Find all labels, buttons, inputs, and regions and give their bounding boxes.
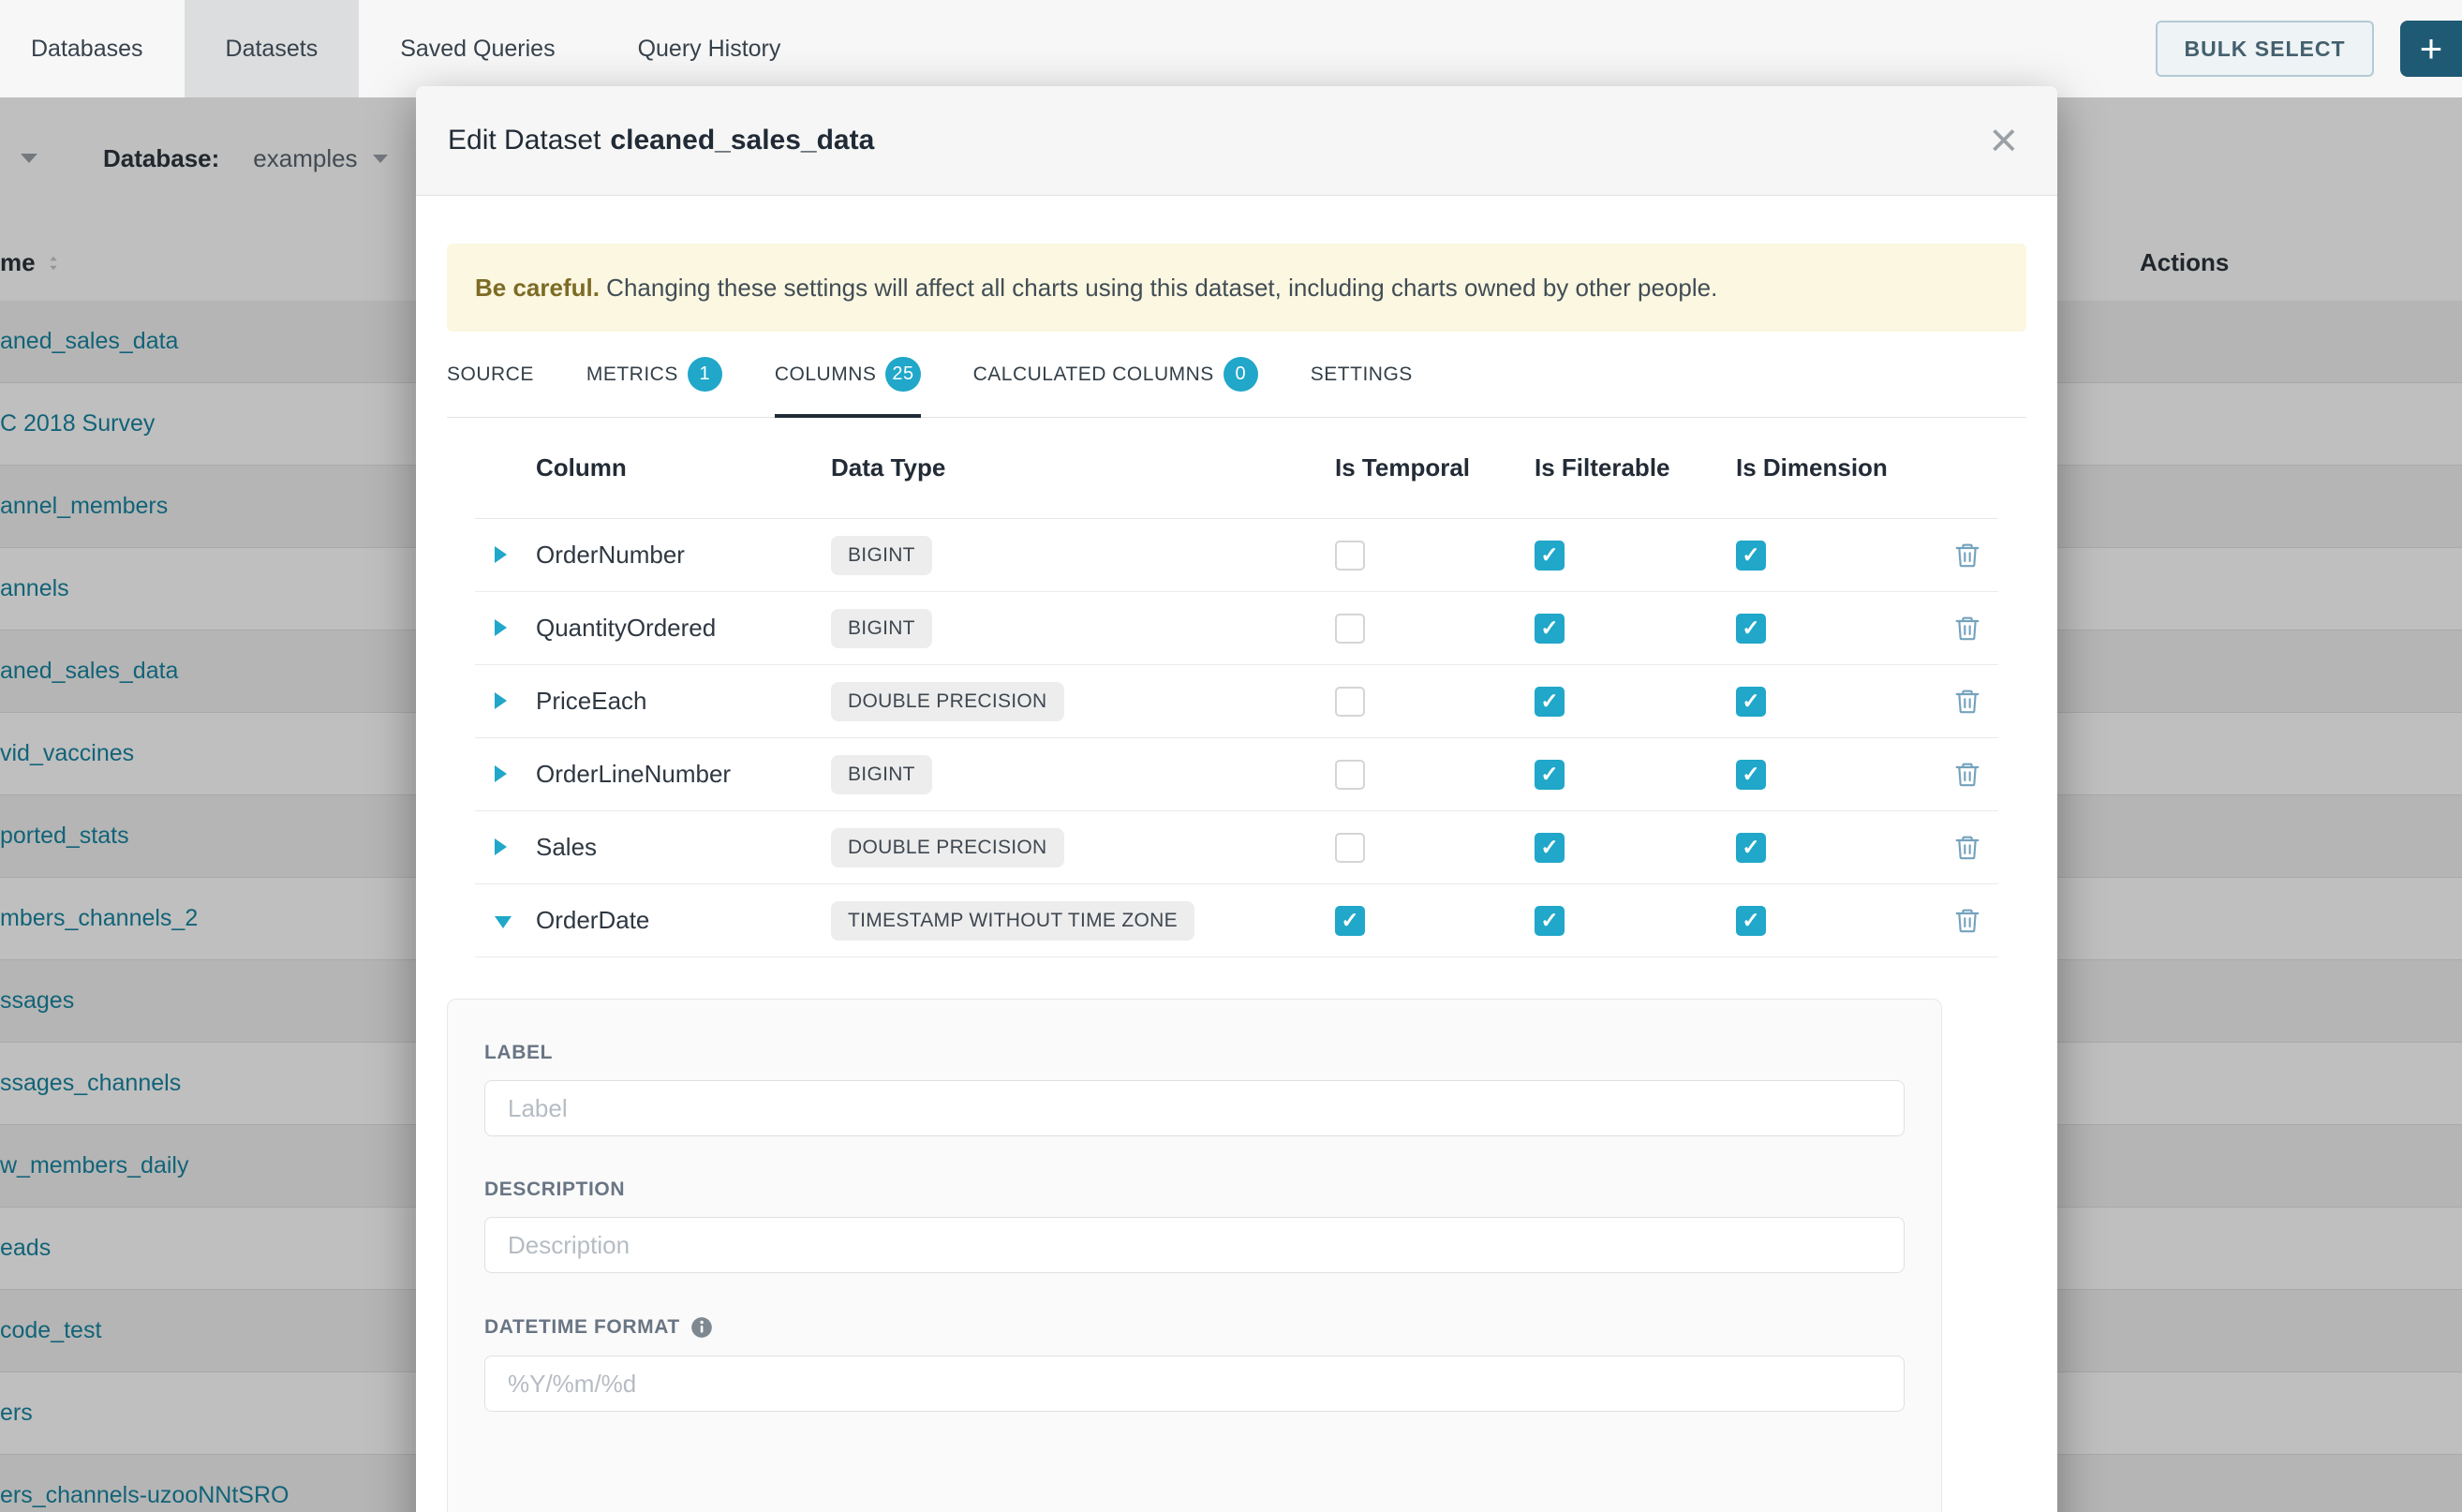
column-row: OrderLineNumberBIGINT ✓ ✓ (475, 738, 1998, 811)
modal-body: Be careful. Changing these settings will… (416, 244, 2057, 1512)
collapse-caret-icon[interactable] (495, 916, 512, 928)
columns-table-header: Column Data Type Is Temporal Is Filterab… (475, 418, 1998, 519)
is-filterable-checkbox[interactable]: ✓ (1535, 541, 1565, 571)
tab-columns[interactable]: COLUMNS 25 (775, 332, 921, 417)
column-name: PriceEach (536, 687, 831, 716)
top-nav: DatabasesDatasetsSaved QueriesQuery Hist… (0, 0, 2462, 97)
is-dimension-header: Is Dimension (1736, 453, 1936, 482)
column-name: Sales (536, 833, 831, 862)
data-type-pill: DOUBLE PRECISION (831, 682, 1064, 721)
bulk-select-button[interactable]: BULK SELECT (2156, 21, 2374, 77)
delete-column-icon[interactable] (1952, 541, 1982, 571)
expand-caret-icon[interactable] (495, 838, 507, 855)
is-dimension-checkbox[interactable]: ✓ (1736, 906, 1766, 936)
is-temporal-checkbox[interactable] (1335, 833, 1365, 863)
close-icon[interactable]: × (1990, 116, 2018, 165)
column-name: OrderLineNumber (536, 760, 831, 789)
modal-tabs: SOURCE METRICS 1 COLUMNS 25 CALCULATED COLUMN… (447, 332, 2026, 418)
tab-badge: 0 (1224, 357, 1258, 392)
is-filterable-checkbox[interactable]: ✓ (1535, 833, 1565, 863)
column-name: OrderNumber (536, 541, 831, 570)
modal-header: Edit Dataset cleaned_sales_data × (416, 86, 2057, 196)
column-header: Column (536, 453, 831, 482)
column-name: OrderDate (536, 906, 831, 935)
data-type-pill: BIGINT (831, 609, 932, 648)
is-dimension-checkbox[interactable]: ✓ (1736, 833, 1766, 863)
is-temporal-checkbox[interactable] (1335, 614, 1365, 644)
nav-tab-databases[interactable]: Databases (0, 0, 185, 97)
tab-label: CALCULATED COLUMNS (973, 363, 1214, 386)
description-field-label: DESCRIPTION (484, 1178, 1905, 1201)
expand-caret-icon[interactable] (495, 765, 507, 782)
data-type-pill: TIMESTAMP WITHOUT TIME ZONE (831, 901, 1194, 941)
datetime-format-input[interactable] (484, 1356, 1905, 1412)
data-type-pill: DOUBLE PRECISION (831, 828, 1064, 867)
is-filterable-checkbox[interactable]: ✓ (1535, 760, 1565, 790)
is-filterable-checkbox[interactable]: ✓ (1535, 687, 1565, 717)
add-button[interactable]: + (2400, 21, 2462, 77)
label-field-label-text: LABEL (484, 1042, 553, 1064)
column-detail-panel: LABEL DESCRIPTION DATETIME FORMAT (447, 999, 1942, 1512)
tab-source[interactable]: SOURCE (447, 332, 534, 417)
tab-label: COLUMNS (775, 363, 877, 386)
delete-column-icon[interactable] (1952, 833, 1982, 863)
warning-emphasis: Be careful. (475, 274, 600, 302)
label-field-label: LABEL (484, 1042, 1905, 1064)
is-dimension-checkbox[interactable]: ✓ (1736, 541, 1766, 571)
is-temporal-checkbox[interactable] (1335, 541, 1365, 571)
columns-rows: OrderNumberBIGINT✓✓QuantityOrderedBIGINT… (475, 519, 1998, 957)
is-dimension-checkbox[interactable]: ✓ (1736, 760, 1766, 790)
is-filterable-header: Is Filterable (1535, 453, 1736, 482)
delete-column-icon[interactable] (1952, 906, 1982, 936)
tab-label: SOURCE (447, 363, 534, 386)
column-row: SalesDOUBLE PRECISION ✓ ✓ (475, 811, 1998, 884)
warning-text: Changing these settings will affect all … (600, 274, 1717, 302)
nav-tab-query-history[interactable]: Query History (597, 0, 823, 97)
tab-label: SETTINGS (1311, 363, 1413, 386)
is-filterable-checkbox[interactable]: ✓ (1535, 614, 1565, 644)
tab-badge: 1 (688, 357, 722, 392)
tab-metrics[interactable]: METRICS 1 (586, 332, 722, 417)
expand-caret-icon[interactable] (495, 692, 507, 709)
column-row: QuantityOrderedBIGINT ✓ ✓ (475, 592, 1998, 665)
modal-title-dataset-name: cleaned_sales_data (610, 125, 874, 156)
modal-title: Edit Dataset cleaned_sales_data (448, 125, 874, 156)
nav-tab-saved-queries[interactable]: Saved Queries (359, 0, 596, 97)
datetime-format-label: DATETIME FORMAT (484, 1315, 1905, 1340)
datetime-format-label-text: DATETIME FORMAT (484, 1316, 680, 1339)
expand-caret-icon[interactable] (495, 546, 507, 563)
is-temporal-header: Is Temporal (1335, 453, 1535, 482)
tab-calculated-columns[interactable]: CALCULATED COLUMNS 0 (973, 332, 1258, 417)
delete-column-icon[interactable] (1952, 760, 1982, 790)
description-field-label-text: DESCRIPTION (484, 1178, 625, 1201)
label-input[interactable] (484, 1080, 1905, 1136)
edit-dataset-modal: Edit Dataset cleaned_sales_data × Be care… (416, 86, 2057, 1512)
is-temporal-checkbox[interactable] (1335, 687, 1365, 717)
column-row: OrderNumberBIGINT ✓ ✓ (475, 519, 1998, 592)
tab-label: METRICS (586, 363, 678, 386)
column-name: QuantityOrdered (536, 614, 831, 643)
expand-caret-icon[interactable] (495, 619, 507, 636)
columns-table: Column Data Type Is Temporal Is Filterab… (475, 418, 1998, 957)
description-input[interactable] (484, 1217, 1905, 1273)
tab-settings[interactable]: SETTINGS (1311, 332, 1413, 417)
nav-tab-datasets[interactable]: Datasets (185, 0, 360, 97)
warning-banner: Be careful. Changing these settings will… (447, 244, 2026, 332)
delete-column-icon[interactable] (1952, 687, 1982, 717)
tab-badge: 25 (885, 357, 920, 392)
is-dimension-checkbox[interactable]: ✓ (1736, 614, 1766, 644)
is-temporal-checkbox[interactable] (1335, 760, 1365, 790)
is-temporal-checkbox[interactable]: ✓ (1335, 906, 1365, 936)
column-row: PriceEachDOUBLE PRECISION ✓ ✓ (475, 665, 1998, 738)
is-dimension-checkbox[interactable]: ✓ (1736, 687, 1766, 717)
delete-column-icon[interactable] (1952, 614, 1982, 644)
data-type-header: Data Type (831, 453, 1335, 482)
info-icon (690, 1315, 714, 1340)
data-type-pill: BIGINT (831, 755, 932, 794)
modal-title-prefix: Edit Dataset (448, 125, 601, 156)
is-filterable-checkbox[interactable]: ✓ (1535, 906, 1565, 936)
nav-tabs: DatabasesDatasetsSaved QueriesQuery Hist… (0, 0, 822, 97)
data-type-pill: BIGINT (831, 536, 932, 575)
column-row: OrderDateTIMESTAMP WITHOUT TIME ZONE ✓ ✓ ✓ (475, 884, 1998, 957)
